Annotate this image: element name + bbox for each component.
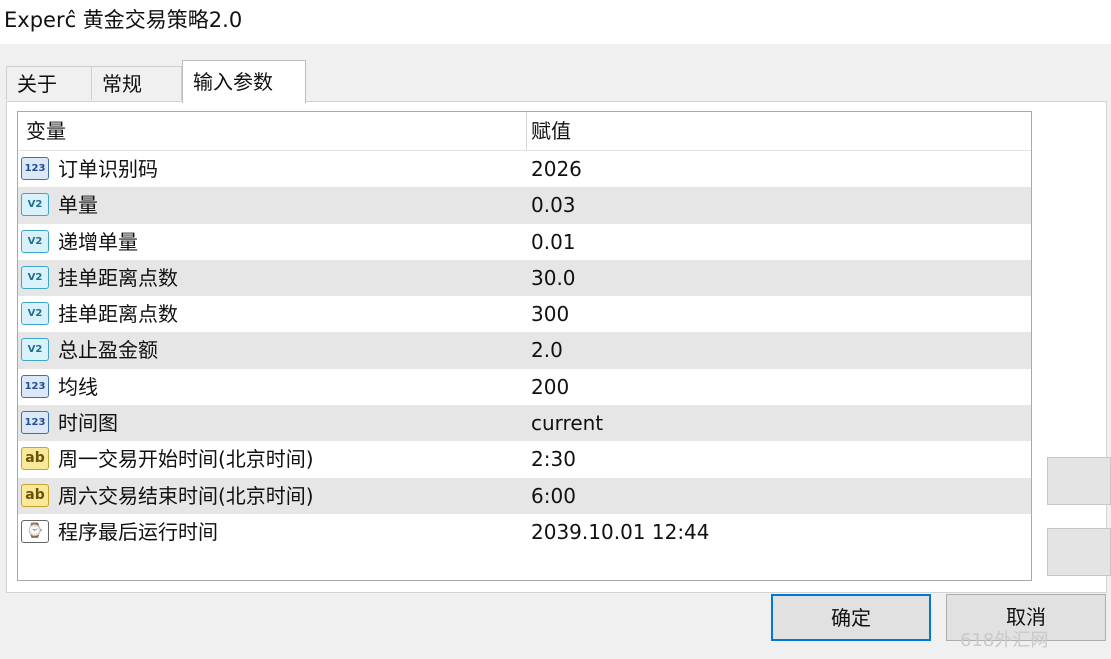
tab-common[interactable]: 常规 [92,66,182,100]
double-type-icon: V2 [21,193,49,217]
integer-type-icon: 123 [21,411,49,435]
parameter-value[interactable]: 0.01 [531,224,576,260]
tab-inputs[interactable]: 输入参数 [182,60,306,103]
parameter-value[interactable]: 2026 [531,151,582,187]
column-divider[interactable] [526,112,527,150]
parameter-value[interactable]: 6:00 [531,478,576,514]
parameter-name: 订单识别码 [58,157,158,181]
double-type-icon: V2 [21,265,49,289]
title-bar: Experĉ 黄金交易策略2.0 [0,0,1111,44]
parameter-name: 均线 [58,374,98,399]
table-row[interactable]: V2 递增单量 0.01 [18,224,1031,260]
parameter-value[interactable]: 30.0 [531,260,576,296]
datetime-type-icon: ⌚ [21,519,49,543]
parameter-name: 周一交易开始时间(北京时间) [58,447,314,472]
double-type-icon: V2 [21,338,49,362]
table-row[interactable]: V2 挂单距离点数 30.0 [18,259,1031,297]
grid-rows: 123 订单识别码 2026 V2 单量 0.03 V2 递增单量 0.01 V2 挂单距离点数 30… [18,151,1031,550]
table-row[interactable]: V2 挂单距离点数 300 [18,296,1031,332]
integer-type-icon: 123 [21,374,49,398]
string-type-icon: ab [21,447,49,471]
parameter-value[interactable]: 200 [531,369,569,405]
load-button[interactable] [1047,457,1111,505]
parameter-value[interactable]: 300 [531,296,569,332]
parameter-name: 挂单距离点数 [58,302,178,327]
window-title: Experĉ 黄金交易策略2.0 [4,8,243,32]
parameter-name: 时间图 [58,411,118,436]
parameter-name: 递增单量 [58,229,138,254]
table-row[interactable]: ab 周一交易开始时间(北京时间) 2:30 [18,441,1031,477]
parameter-name: 单量 [58,193,98,218]
integer-type-icon: 123 [21,157,49,180]
watermark: 618外汇网 [960,630,1049,651]
parameter-value[interactable]: 2.0 [531,332,563,368]
parameter-grid[interactable]: 变量 赋值 123 订单识别码 2026 V2 单量 0.03 V2 递增单量 0.01 V2 挂单… [17,111,1032,581]
parameter-value[interactable]: 2039.10.01 12:44 [531,514,710,550]
parameter-name: 程序最后运行时间 [58,519,218,544]
table-row[interactable]: ⌚ 程序最后运行时间 2039.10.01 12:44 [18,514,1031,550]
table-row[interactable]: 123 均线 200 [18,369,1031,405]
table-row[interactable]: 123 订单识别码 2026 [18,151,1031,187]
parameter-value[interactable]: 0.03 [531,187,576,223]
string-type-icon: ab [21,483,49,507]
save-button[interactable] [1047,528,1111,576]
parameter-name: 周六交易结束时间(北京时间) [58,483,314,508]
parameter-value[interactable]: 2:30 [531,441,576,477]
parameter-value[interactable]: current [531,405,603,441]
parameter-name: 总止盈金额 [58,338,158,363]
double-type-icon: V2 [21,229,49,253]
ok-button[interactable]: 确定 [771,594,931,641]
parameter-name: 挂单距离点数 [58,265,178,290]
column-header-variable[interactable]: 变量 [26,112,66,150]
grid-header: 变量 赋值 [18,112,1031,151]
table-row[interactable]: V2 单量 0.03 [18,187,1031,224]
tab-about[interactable]: 关于 [6,66,92,100]
table-row[interactable]: 123 时间图 current [18,405,1031,442]
column-header-value[interactable]: 赋值 [531,112,571,150]
double-type-icon: V2 [21,302,49,326]
table-row[interactable]: ab 周六交易结束时间(北京时间) 6:00 [18,477,1031,514]
table-row[interactable]: V2 总止盈金额 2.0 [18,332,1031,369]
